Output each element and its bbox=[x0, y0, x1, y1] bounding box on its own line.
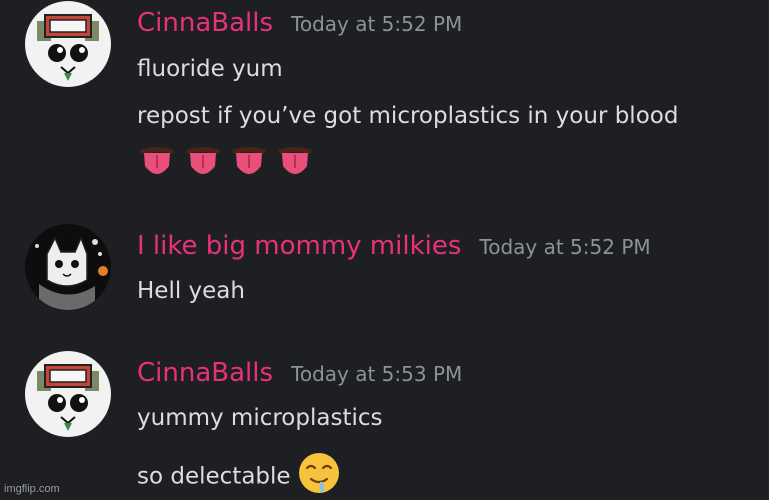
message-text: Hell yeah bbox=[137, 278, 245, 304]
avatar[interactable] bbox=[25, 1, 111, 87]
timestamp[interactable]: Today at 5:52 PM bbox=[479, 235, 650, 259]
message-header: I like big mommy milkies Today at 5:52 P… bbox=[137, 231, 651, 261]
tongue-icon bbox=[186, 147, 220, 174]
message-header: CinnaBalls Today at 5:53 PM bbox=[137, 358, 462, 388]
message-text: repost if you’ve got microplastics in yo… bbox=[137, 103, 679, 129]
username[interactable]: CinnaBalls bbox=[137, 8, 273, 38]
timestamp[interactable]: Today at 5:53 PM bbox=[291, 362, 462, 386]
tongue-icon bbox=[140, 147, 174, 174]
username[interactable]: CinnaBalls bbox=[137, 358, 273, 388]
timestamp[interactable]: Today at 5:52 PM bbox=[291, 12, 462, 36]
cat-avatar-icon bbox=[25, 224, 111, 310]
cinnaballs-avatar-icon bbox=[25, 1, 111, 87]
message-text: fluoride yum bbox=[137, 56, 283, 82]
cinnaballs-avatar-icon bbox=[25, 351, 111, 437]
tongue-icon bbox=[232, 147, 266, 174]
tongue-icon bbox=[278, 147, 312, 174]
emoji-row bbox=[139, 146, 313, 178]
username[interactable]: I like big mommy milkies bbox=[137, 231, 461, 261]
avatar[interactable] bbox=[25, 224, 111, 310]
message-text-content: so delectable bbox=[137, 463, 291, 490]
message-header: CinnaBalls Today at 5:52 PM bbox=[137, 8, 462, 38]
message-text: yummy microplastics bbox=[137, 405, 383, 431]
message-text: so delectable bbox=[137, 453, 341, 499]
avatar[interactable] bbox=[25, 351, 111, 437]
watermark: imgflip.com bbox=[4, 483, 60, 495]
drooling-face-icon bbox=[298, 453, 339, 493]
